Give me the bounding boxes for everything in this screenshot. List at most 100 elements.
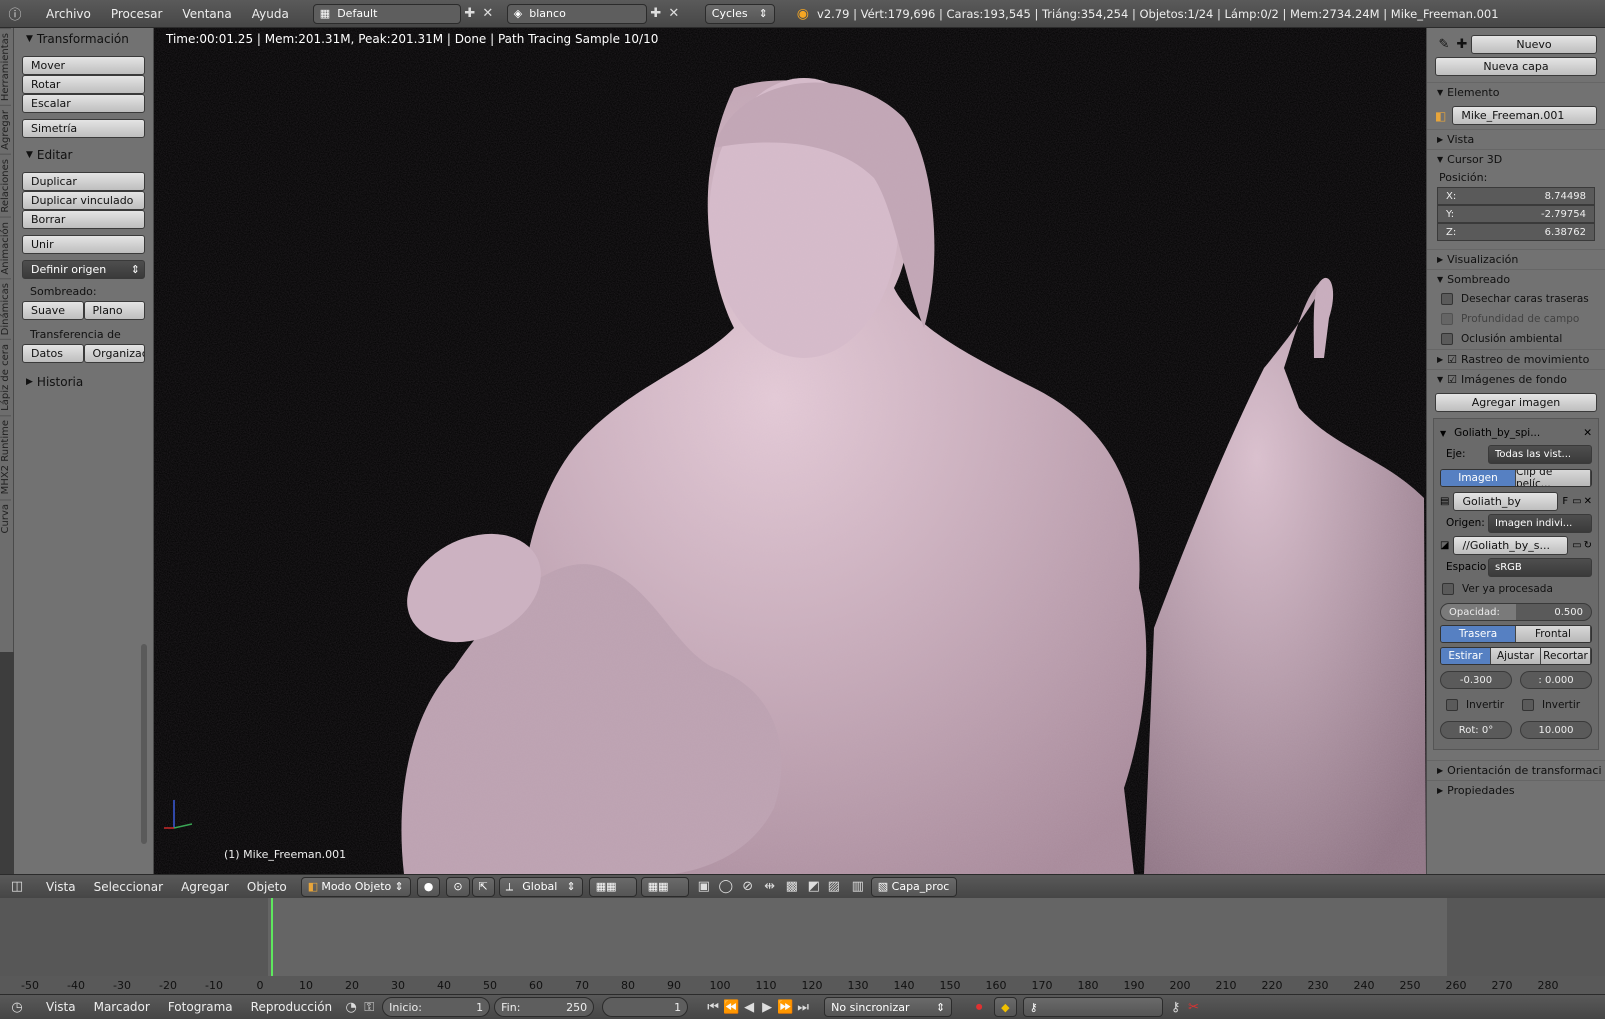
tab-tools[interactable]: Herramientas bbox=[0, 28, 11, 106]
depth-of-field-checkbox[interactable]: Profundidad de campo bbox=[1427, 309, 1605, 329]
panel-item-header[interactable]: ▼ Elemento bbox=[1427, 82, 1605, 102]
tab-image[interactable]: Imagen bbox=[1441, 470, 1516, 486]
view-as-render-checkbox[interactable]: Ver ya procesada bbox=[1434, 579, 1598, 599]
backface-culling-checkbox[interactable]: Desechar caras traseras bbox=[1427, 289, 1605, 309]
menu-object[interactable]: Objeto bbox=[247, 880, 287, 894]
keying-set-dropdown[interactable]: ◆ bbox=[994, 997, 1017, 1017]
clapper-icon[interactable]: ▨ bbox=[825, 878, 843, 896]
file-path-field[interactable]: //Goliath_by_s... bbox=[1453, 535, 1569, 555]
opacity-slider[interactable]: Opacidad: 0.500 bbox=[1440, 603, 1592, 621]
tab-movie-clip[interactable]: Clip de pelíc... bbox=[1516, 470, 1591, 486]
play-reverse-icon[interactable]: ◀ bbox=[740, 998, 758, 1016]
mirror-button[interactable]: Simetría bbox=[22, 119, 145, 138]
render-layer-dropdown[interactable]: ▧ Capa_proc bbox=[870, 876, 957, 897]
smooth-button[interactable]: Suave bbox=[22, 301, 84, 320]
cursor-y-field[interactable]: Y: -2.79754 bbox=[1437, 205, 1595, 223]
ambient-occlusion-checkbox[interactable]: Oclusión ambiental bbox=[1427, 329, 1605, 349]
toolshelf-scrollbar[interactable] bbox=[141, 644, 147, 844]
color-space-dropdown[interactable]: sRGB bbox=[1488, 557, 1592, 577]
image-icon[interactable]: ▤ bbox=[1440, 496, 1449, 507]
tab-mhx2[interactable]: MHX2 Runtime bbox=[0, 415, 11, 499]
tab-crop[interactable]: Recortar bbox=[1541, 648, 1591, 664]
menu-file[interactable]: Archivo bbox=[36, 7, 101, 21]
timeline[interactable]: -50 -40 -30 -20 -10 0 10 20 30 40 50 60 70 80 90 100 110… bbox=[0, 898, 1605, 994]
flip-y-checkbox[interactable]: Invertir bbox=[1516, 695, 1592, 715]
duplicate-button[interactable]: Duplicar bbox=[22, 172, 145, 191]
join-button[interactable]: Unir bbox=[22, 235, 145, 254]
render-layer-toggle-icon[interactable]: ▥ bbox=[849, 878, 867, 896]
remove-layout-icon[interactable]: ✕ bbox=[479, 5, 497, 23]
tab-front[interactable]: Frontal bbox=[1516, 626, 1591, 642]
checkmark-icon[interactable]: ☑ bbox=[1447, 373, 1457, 386]
manipulator-toggle[interactable]: ⇱ bbox=[471, 876, 495, 897]
close-icon[interactable]: ✕ bbox=[1583, 427, 1592, 439]
menu-select[interactable]: Seleccionar bbox=[94, 880, 163, 894]
scene-selector[interactable]: ◈ blanco bbox=[506, 3, 647, 24]
scale-button[interactable]: Escalar bbox=[22, 94, 145, 113]
new-button[interactable]: Nuevo bbox=[1471, 34, 1597, 54]
transform-orientation-dropdown[interactable]: ⟂ Global ⇕ bbox=[498, 876, 583, 897]
render-engine-dropdown[interactable]: Cycles ⇕ bbox=[704, 3, 775, 24]
object-name-field[interactable]: Mike_Freeman.001 bbox=[1452, 106, 1597, 125]
menu-add[interactable]: Agregar bbox=[181, 880, 229, 894]
tab-grease-pencil[interactable]: Lápiz de cera bbox=[0, 339, 11, 416]
size-field[interactable]: 10.000 bbox=[1520, 721, 1592, 739]
delete-button[interactable]: Borrar bbox=[22, 210, 145, 229]
end-frame-field[interactable]: Fin: 250 bbox=[494, 997, 595, 1017]
layers-grid-2[interactable]: ▦▦ bbox=[640, 876, 689, 897]
bg-image-name[interactable]: Goliath_by_spi... bbox=[1454, 427, 1583, 439]
proportional-edit-icon[interactable]: ◯ bbox=[717, 878, 735, 896]
jump-end-icon[interactable]: ⏭ bbox=[794, 998, 812, 1016]
opengl-render-icon[interactable]: ▩ bbox=[783, 878, 801, 896]
menu-frame[interactable]: Fotograma bbox=[168, 1000, 233, 1014]
lock-icon[interactable]: ⚿ bbox=[360, 998, 378, 1016]
reload-icon[interactable]: ↻ bbox=[1584, 540, 1592, 551]
offset-y-field[interactable]: : 0.000 bbox=[1520, 671, 1592, 689]
add-image-button[interactable]: Agregar imagen bbox=[1435, 393, 1597, 412]
flat-button[interactable]: Plano bbox=[83, 301, 145, 320]
organize-button[interactable]: Organizaci bbox=[83, 344, 145, 363]
unlink-icon[interactable]: ✕ bbox=[1584, 496, 1592, 507]
panel-shading-header[interactable]: ▼ Sombreado bbox=[1427, 269, 1605, 289]
data-button[interactable]: Datos bbox=[22, 344, 84, 363]
set-origin-dropdown[interactable]: Definir origen ⇕ bbox=[22, 260, 145, 279]
jump-start-icon[interactable]: ⏮ bbox=[704, 998, 722, 1016]
menu-render[interactable]: Procesar bbox=[101, 7, 173, 21]
source-dropdown[interactable]: Imagen indivi... bbox=[1488, 513, 1592, 533]
delete-keyframe-icon[interactable]: ✂ bbox=[1185, 998, 1203, 1016]
axis-dropdown[interactable]: Todas las vist... bbox=[1488, 444, 1592, 464]
menu-window[interactable]: Ventana bbox=[172, 7, 241, 21]
layer-lock-icon[interactable]: ▣ bbox=[695, 878, 713, 896]
menu-view[interactable]: Vista bbox=[46, 1000, 76, 1014]
open-folder-icon[interactable]: ▭ bbox=[1572, 496, 1581, 507]
editor-type-icon[interactable]: ◫ bbox=[8, 878, 26, 896]
timeline-editor-icon[interactable]: ◷ bbox=[8, 998, 26, 1016]
layers-grid-1[interactable]: ▦▦ bbox=[588, 876, 637, 897]
start-frame-field[interactable]: Inicio: 1 bbox=[382, 997, 491, 1017]
tab-relations[interactable]: Relaciones bbox=[0, 153, 11, 217]
rotate-button[interactable]: Rotar bbox=[22, 75, 145, 94]
add-scene-icon[interactable]: ✚ bbox=[647, 5, 665, 23]
info-editor-icon[interactable]: ⓘ bbox=[6, 5, 24, 23]
panel-view-header[interactable]: ▶ Vista bbox=[1427, 129, 1605, 149]
panel-transform-header[interactable]: ▼ Transformación bbox=[14, 28, 153, 50]
checkmark-icon[interactable]: ☑ bbox=[1447, 353, 1457, 366]
insert-keyframe-icon[interactable]: ⚷ bbox=[1167, 998, 1185, 1016]
snap-icon[interactable]: ⊘ bbox=[739, 878, 757, 896]
panel-transform-orientation-header[interactable]: ▶ Orientación de transformaci bbox=[1427, 760, 1605, 780]
active-keying-set-field[interactable]: ⚷ bbox=[1022, 997, 1163, 1017]
cursor-z-field[interactable]: Z: 6.38762 bbox=[1437, 223, 1595, 241]
record-icon[interactable]: ⏺ bbox=[970, 998, 988, 1016]
tab-animation[interactable]: Animación bbox=[0, 216, 11, 279]
offset-x-field[interactable]: -0.300 bbox=[1440, 671, 1512, 689]
fake-user-toggle[interactable]: F bbox=[1562, 496, 1568, 507]
move-button[interactable]: Mover bbox=[22, 56, 145, 75]
next-keyframe-icon[interactable]: ⏩ bbox=[776, 998, 794, 1016]
panel-edit-header[interactable]: ▼ Editar bbox=[14, 144, 153, 166]
mode-dropdown[interactable]: ◧ Modo Objeto ⇕ bbox=[300, 876, 411, 897]
remove-scene-icon[interactable]: ✕ bbox=[665, 5, 683, 23]
viewport-shading-dropdown[interactable]: ● bbox=[416, 876, 441, 897]
new-layer-button[interactable]: Nueva capa bbox=[1435, 57, 1597, 76]
add-layout-icon[interactable]: ✚ bbox=[461, 5, 479, 23]
duplicate-linked-button[interactable]: Duplicar vinculado bbox=[22, 191, 145, 210]
